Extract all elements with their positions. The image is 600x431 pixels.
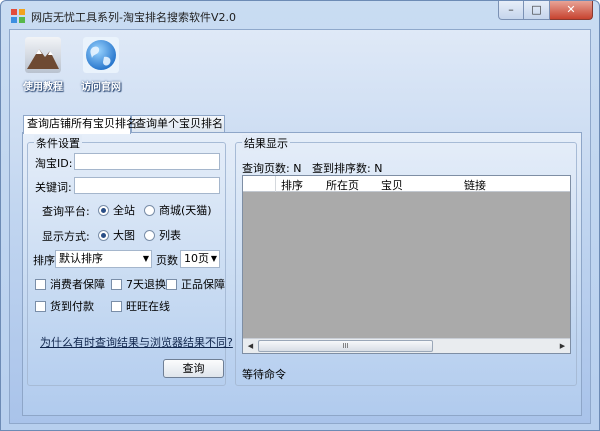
filter-label: 消费者保障 [50,278,105,291]
app-icon [11,9,25,23]
results-table-header: 排序 所在页 宝贝 链接 [243,176,570,192]
sort-value: 默认排序 [59,252,103,265]
display-mode-label: 显示方式: [42,230,90,243]
filter-consumer-protection[interactable]: 消费者保障 [35,276,105,292]
mountain-icon [25,37,61,73]
radio-unchecked-icon [144,229,155,241]
chevron-down-icon: ▼ [142,254,149,263]
globe-icon [83,37,119,73]
taobao-id-input[interactable] [74,153,220,170]
display-option-list: 列表 [159,229,181,242]
website-button[interactable]: 访问官网 [76,37,126,93]
display-radio-large[interactable]: 大图 [98,227,135,243]
title-bar[interactable]: 网店无忧工具系列-淘宝排名搜索软件V2.0 – □ ✕ [1,1,599,29]
tab-single-item[interactable]: 查询单个宝贝排名 [131,115,225,133]
filter-label: 货到付款 [50,300,94,313]
maximize-icon: □ [531,3,542,16]
filter-genuine[interactable]: 正品保障 [166,276,225,292]
query-button[interactable]: 查询 [163,359,224,378]
checkbox-icon [166,278,177,290]
platform-label: 查询平台: [42,205,90,218]
sort-label: 排序 [33,254,55,267]
scroll-right-icon[interactable]: ▶ [555,339,570,353]
filter-7day-return[interactable]: 7天退换 [111,276,166,292]
platform-radio-all[interactable]: 全站 [98,202,135,218]
help-link[interactable]: 为什么有时查询结果与浏览器结果不同? [40,334,233,350]
close-icon: ✕ [566,3,576,16]
radio-unchecked-icon [144,204,155,216]
pages-select[interactable]: 10页 ▼ [180,250,220,268]
column-header-item[interactable]: 宝贝 [381,177,403,193]
status-text: 等待命令 [242,368,286,381]
keyword-label: 关键词: [35,181,72,194]
horizontal-scrollbar[interactable]: ◀ III ▶ [243,338,570,353]
website-label: 访问官网 [81,82,121,93]
close-button[interactable]: ✕ [550,1,593,20]
platform-option-tmall: 商城(天猫) [159,204,212,217]
minimize-button[interactable]: – [498,1,524,20]
platform-option-all: 全站 [113,204,135,217]
radio-checked-icon [98,229,109,241]
column-header-link[interactable]: 链接 [464,177,486,193]
checkbox-icon [35,278,46,290]
filter-label: 7天退换 [126,278,166,291]
maximize-button[interactable]: □ [524,1,550,20]
rank-found-text: 查到排序数: N [312,162,383,175]
window-controls: – □ ✕ [498,1,593,20]
app-window: 网店无忧工具系列-淘宝排名搜索软件V2.0 – □ ✕ 使用教程 访问官网 查询… [0,0,600,431]
keyword-input[interactable] [74,177,220,194]
column-header-rank[interactable]: 排序 [281,177,303,193]
conditions-group-title: 条件设置 [34,135,82,151]
tab-shop-all-items[interactable]: 查询店铺所有宝贝排名 [23,115,137,134]
filter-label: 旺旺在线 [126,300,170,313]
minimize-icon: – [508,3,514,16]
display-option-large: 大图 [113,229,135,242]
checkbox-icon [111,278,122,290]
display-radio-list[interactable]: 列表 [144,227,181,243]
pages-label: 页数 [156,254,178,267]
radio-checked-icon [98,204,109,216]
chevron-down-icon: ▼ [210,254,217,263]
results-group-title: 结果显示 [242,135,290,151]
column-header-page[interactable]: 所在页 [326,177,359,193]
tutorial-button[interactable]: 使用教程 [18,37,68,93]
filter-cod[interactable]: 货到付款 [35,298,94,314]
sort-select[interactable]: 默认排序 ▼ [55,250,152,268]
checkbox-icon [35,300,46,312]
tutorial-label: 使用教程 [23,82,63,93]
filter-label: 正品保障 [181,278,225,291]
scroll-thumb[interactable]: III [258,340,433,352]
pages-queried-text: 查询页数: N [242,162,302,175]
filter-wangwang-online[interactable]: 旺旺在线 [111,298,170,314]
results-table[interactable]: 排序 所在页 宝贝 链接 ◀ III ▶ [242,175,571,354]
checkbox-icon [111,300,122,312]
taobao-id-label: 淘宝ID: [35,157,73,170]
client-area: 使用教程 访问官网 查询店铺所有宝贝排名 查询单个宝贝排名 条件设置 淘宝ID: [9,29,591,424]
platform-radio-tmall[interactable]: 商城(天猫) [144,202,212,218]
pages-value: 10页 [184,252,209,265]
window-title: 网店无忧工具系列-淘宝排名搜索软件V2.0 [31,11,236,24]
scroll-left-icon[interactable]: ◀ [243,339,258,353]
header-divider [275,176,276,192]
tab-panel: 条件设置 淘宝ID: 关键词: 查询平台: 全站 商城(天猫) 显示方式: 大图 [22,132,582,416]
